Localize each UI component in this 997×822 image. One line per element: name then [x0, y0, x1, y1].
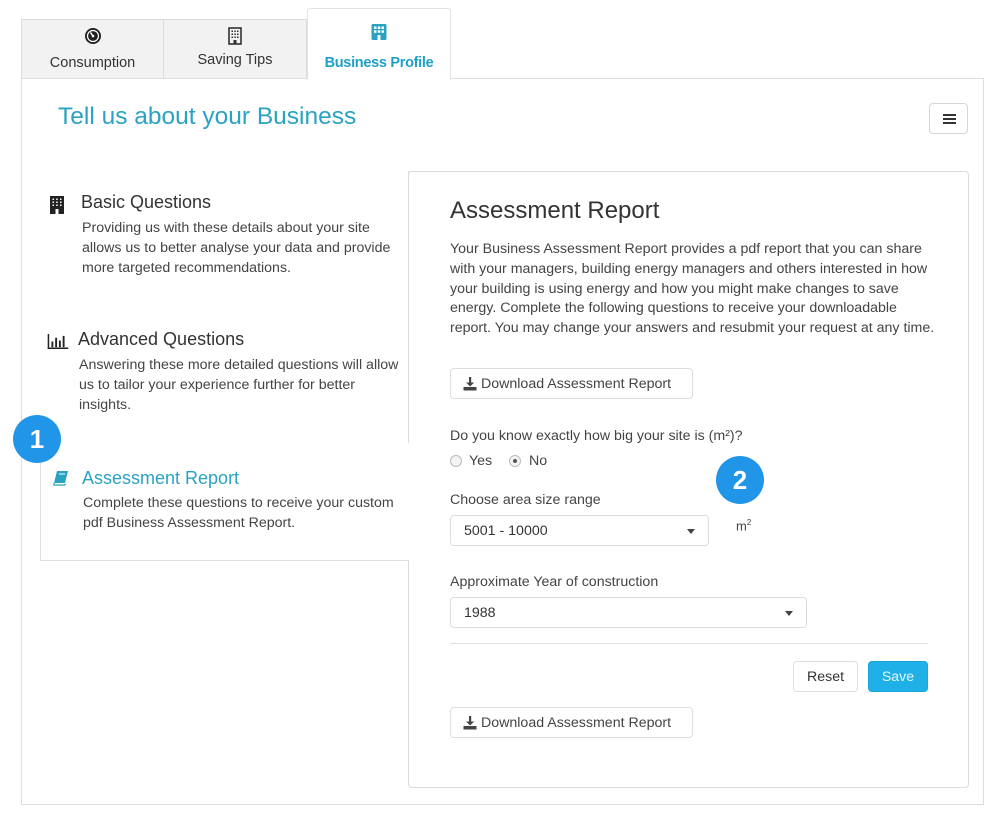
annotation-badge-2: 2 — [716, 456, 764, 504]
nav-item-title: Assessment Report — [82, 468, 240, 488]
radio-no-label[interactable]: No — [529, 453, 547, 469]
grid-building-icon — [371, 24, 387, 40]
form-divider — [450, 643, 928, 644]
nav-item-title: Advanced Questions — [78, 329, 245, 349]
tab-business-profile[interactable]: Business Profile — [307, 8, 451, 80]
save-button[interactable]: Save — [868, 661, 928, 692]
page-title: Tell us about your Business — [58, 103, 357, 130]
area-size-label: Choose area size range — [450, 492, 601, 508]
site-size-question: Do you know exactly how big your site is… — [450, 428, 743, 444]
tab-label: Consumption — [49, 55, 136, 71]
year-construction-label: Approximate Year of construction — [450, 574, 659, 590]
gauge-icon — [84, 28, 101, 44]
business-profile-container: Tell us about your Business Basic Questi… — [21, 78, 984, 805]
download-report-button-bottom[interactable]: Download Assessment Report — [450, 707, 693, 738]
year-construction-value: 1988 — [464, 605, 496, 621]
radio-yes[interactable] — [450, 455, 462, 467]
caret-down-icon — [785, 611, 793, 616]
download-icon — [463, 715, 477, 729]
annotation-badge-1: 1 — [13, 415, 61, 463]
panel-title: Assessment Report — [450, 197, 660, 224]
reset-button[interactable]: Reset — [793, 661, 858, 692]
nav-item-description: Complete these questions to receive your… — [83, 495, 394, 531]
radio-yes-label[interactable]: Yes — [469, 453, 492, 469]
tab-label: Business Profile — [324, 55, 434, 71]
area-unit-exponent: 2 — [746, 518, 752, 527]
nav-item-description: Providing us with these details about yo… — [82, 220, 391, 276]
building-icon — [50, 196, 64, 214]
download-report-label: Download Assessment Report — [481, 714, 672, 731]
download-icon — [463, 376, 477, 390]
nav-item-description: Answering these more detailed questions … — [79, 357, 399, 413]
area-unit-base: m — [736, 518, 747, 534]
caret-down-icon — [687, 529, 695, 534]
year-construction-select[interactable]: 1988 — [450, 597, 807, 628]
tab-consumption[interactable]: Consumption — [21, 19, 164, 79]
nav-item-title: Basic Questions — [81, 192, 212, 212]
bar-chart-icon — [47, 334, 69, 349]
tab-label: Saving Tips — [197, 52, 273, 68]
tab-saving-tips[interactable]: Saving Tips — [164, 19, 307, 79]
book-icon — [53, 471, 68, 486]
menu-button[interactable] — [929, 103, 968, 134]
assessment-report-panel: Assessment Report Your Business Assessme… — [408, 171, 969, 788]
nav-item-assessment-report[interactable]: Assessment Report Complete these questio… — [40, 443, 409, 561]
building-icon — [228, 27, 242, 45]
radio-no[interactable] — [509, 455, 521, 467]
panel-intro: Your Business Assessment Report provides… — [450, 241, 935, 337]
download-report-button[interactable]: Download Assessment Report — [450, 368, 693, 399]
area-size-value: 5001 - 10000 — [464, 523, 548, 539]
download-report-label: Download Assessment Report — [481, 375, 672, 392]
area-size-select[interactable]: 5001 - 10000 — [450, 515, 709, 546]
area-unit: m2 — [736, 518, 751, 533]
